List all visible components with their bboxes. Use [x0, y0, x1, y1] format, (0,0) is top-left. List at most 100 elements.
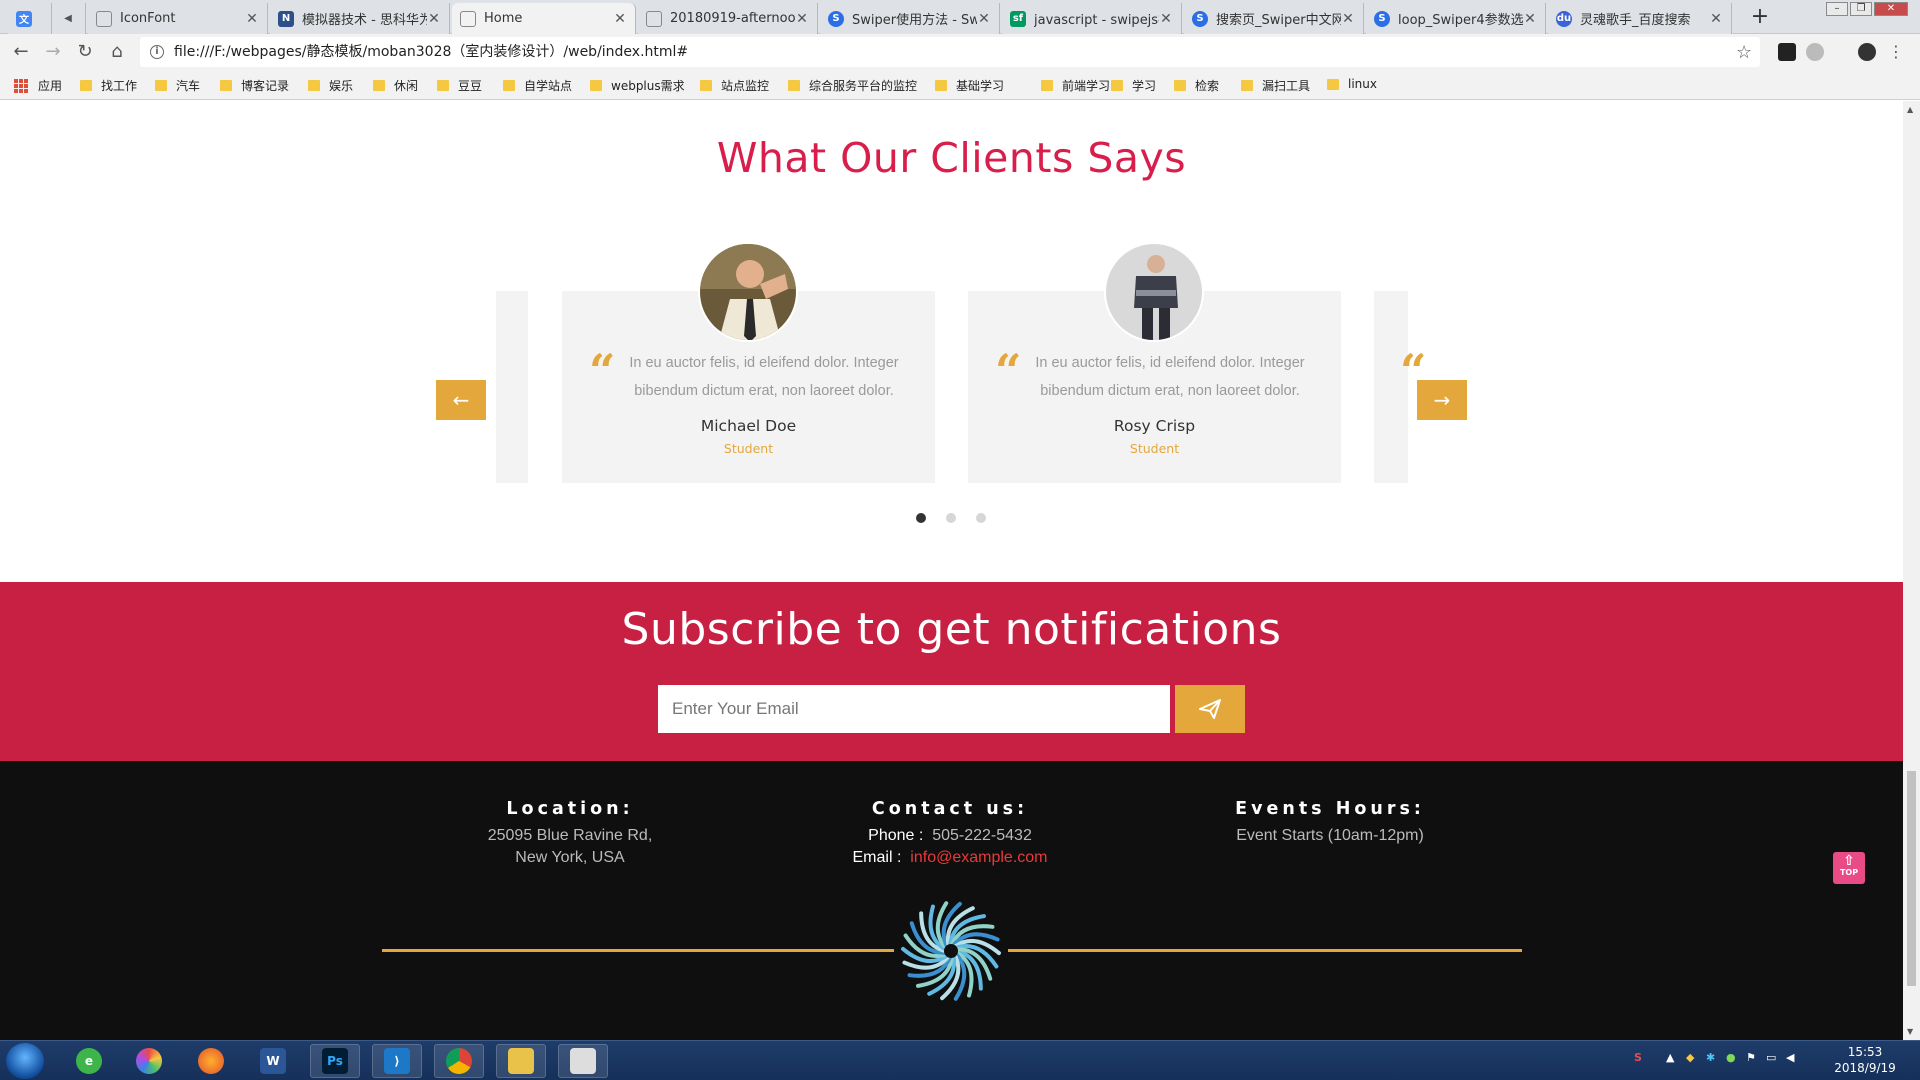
back-to-top-button[interactable]: ⇧ TOP	[1833, 852, 1865, 884]
home-icon[interactable]: ⌂	[105, 40, 129, 64]
folder-icon	[508, 1048, 534, 1074]
taskbar-app-firefox[interactable]	[186, 1044, 236, 1078]
bookmark-folder[interactable]: 学习	[1111, 77, 1156, 94]
close-icon[interactable]: ✕	[1523, 11, 1537, 27]
bookmark-folder[interactable]: 休闲	[373, 77, 418, 94]
extension-pin-icon[interactable]	[1806, 43, 1824, 61]
close-icon[interactable]: ✕	[1159, 11, 1173, 27]
start-button[interactable]	[6, 1043, 44, 1079]
system-clock[interactable]: 15:53 2018/9/19	[1830, 1044, 1900, 1076]
bookmark-star-icon[interactable]: ☆	[1736, 42, 1752, 63]
bookmark-folder[interactable]: 前端学习	[1041, 77, 1110, 94]
tab-swiper-loop[interactable]: S loop_Swiper4参数选项 ✕	[1366, 3, 1546, 34]
sogou-ime-icon[interactable]: S	[1634, 1051, 1642, 1064]
bookmark-folder[interactable]: 自学站点	[503, 77, 572, 94]
bookmark-folder[interactable]: 博客记录	[220, 77, 289, 94]
slider-prev-button[interactable]: ←	[436, 380, 486, 420]
bookmark-folder[interactable]: 综合服务平台的监控	[788, 77, 917, 94]
bookmark-apps[interactable]: 应用	[14, 77, 62, 94]
bluetooth-icon[interactable]: ✱	[1706, 1051, 1715, 1064]
bookmark-folder[interactable]: 基础学习	[935, 77, 1004, 94]
scrollbar[interactable]: ▲ ▼	[1903, 101, 1920, 1040]
subscribe-send-button[interactable]	[1175, 685, 1245, 733]
swirl-logo-icon	[901, 901, 1001, 1001]
swiper-icon: S	[828, 10, 844, 27]
close-icon[interactable]: ✕	[245, 11, 259, 27]
tab-iconfont[interactable]: IconFont ✕	[88, 3, 268, 34]
bookmark-folder[interactable]: 汽车	[155, 77, 200, 94]
folder-icon	[220, 80, 232, 91]
email-link[interactable]: info@example.com	[910, 849, 1047, 866]
tab-swiper-usage[interactable]: S Swiper使用方法 - Swi ✕	[820, 3, 1000, 34]
address-bar[interactable]: i file:///F:/webpages/静态模板/moban3028（室内装…	[140, 37, 1760, 67]
avatar	[1104, 242, 1204, 342]
taskbar-app-picasa[interactable]	[124, 1044, 174, 1078]
tab-label: javascript - swipejs控	[1034, 13, 1159, 28]
back-icon[interactable]: ←	[9, 40, 33, 64]
tab-muted[interactable]: ◀	[52, 3, 86, 34]
tab-home[interactable]: Home ✕	[452, 3, 636, 34]
tab-swiper-search[interactable]: S 搜索页_Swiper中文网 ✕	[1184, 3, 1364, 34]
taskbar-app-chrome[interactable]	[434, 1044, 484, 1078]
shield-icon[interactable]: ◆	[1686, 1051, 1694, 1064]
bookmark-folder[interactable]: 娱乐	[308, 77, 353, 94]
minimize-button[interactable]: –	[1826, 2, 1848, 16]
tray-expand-icon[interactable]: ▲	[1666, 1051, 1674, 1064]
new-tab-button[interactable]: +	[1746, 6, 1774, 30]
client-name: Michael Doe	[700, 417, 797, 435]
bookmark-folder[interactable]: 检索	[1174, 77, 1219, 94]
bookmark-folder[interactable]: 找工作	[80, 77, 137, 94]
testimonials-title: What Our Clients Says	[716, 134, 1187, 182]
slider-dot-1[interactable]	[916, 513, 926, 523]
volume-icon[interactable]: ◀	[1786, 1051, 1794, 1064]
menu-kebab-icon[interactable]: ⋮	[1884, 40, 1908, 64]
restore-button[interactable]: ❐	[1850, 2, 1872, 16]
close-icon[interactable]: ✕	[977, 11, 991, 27]
extension-icon[interactable]	[1778, 43, 1796, 61]
doc-icon	[460, 10, 476, 27]
bookmark-folder[interactable]: webplus需求	[590, 77, 685, 94]
folder-icon	[437, 80, 449, 91]
tab-baidu[interactable]: du 灵魂歌手_百度搜索 ✕	[1548, 3, 1732, 34]
reload-icon[interactable]: ↻	[73, 40, 97, 64]
taskbar-app-word[interactable]: W	[248, 1044, 298, 1078]
scroll-down-icon[interactable]: ▼	[1907, 1027, 1913, 1036]
slider-dot-2[interactable]	[946, 513, 956, 523]
wechat-icon[interactable]: ●	[1726, 1051, 1736, 1064]
bookmark-folder[interactable]: 站点监控	[700, 77, 769, 94]
close-icon[interactable]: ✕	[613, 11, 627, 27]
taskbar-app-explorer[interactable]	[496, 1044, 546, 1078]
close-icon[interactable]: ✕	[1341, 11, 1355, 27]
close-icon[interactable]: ✕	[795, 11, 809, 27]
tab-afternoon[interactable]: 20180919-afternoon ✕	[638, 3, 818, 34]
hours-heading: Events Hours:	[1235, 799, 1425, 819]
close-window-button[interactable]: ✕	[1874, 2, 1908, 16]
info-icon[interactable]: i	[150, 45, 164, 59]
hours-value: Event Starts (10am-12pm)	[1236, 827, 1424, 844]
close-icon[interactable]: ✕	[1709, 11, 1723, 27]
flag-icon[interactable]: ⚑	[1746, 1051, 1756, 1064]
slider-dot-3[interactable]	[976, 513, 986, 523]
scroll-thumb[interactable]	[1907, 771, 1916, 986]
firefox-icon	[198, 1048, 224, 1074]
tab-simulator[interactable]: N 模拟器技术 - 思科华为 ✕	[270, 3, 450, 34]
tab-translate[interactable]: 文	[8, 3, 52, 34]
slider-next-button[interactable]: →	[1417, 380, 1467, 420]
bookmark-folder[interactable]: 漏扫工具	[1241, 77, 1310, 94]
scroll-up-icon[interactable]: ▲	[1907, 105, 1913, 114]
taskbar-app-photoshop[interactable]: Ps	[310, 1044, 360, 1078]
forward-icon[interactable]: →	[41, 40, 65, 64]
folder-icon	[1327, 78, 1339, 90]
bookmark-folder[interactable]: linux	[1327, 77, 1377, 91]
folder-icon	[590, 80, 602, 91]
profile-avatar-icon[interactable]	[1858, 43, 1876, 61]
browser-tab-bar: 文 ◀ IconFont ✕ N 模拟器技术 - 思科华为 ✕ Home ✕ 2…	[0, 0, 1920, 34]
bookmark-folder[interactable]: 豆豆	[437, 77, 482, 94]
close-icon[interactable]: ✕	[427, 11, 441, 27]
email-field[interactable]	[658, 685, 1170, 733]
network-icon[interactable]: ▭	[1766, 1051, 1776, 1064]
tab-javascript[interactable]: sf javascript - swipejs控 ✕	[1002, 3, 1182, 34]
taskbar-app-360[interactable]: e	[64, 1044, 114, 1078]
taskbar-app-vscode[interactable]: ⟩	[372, 1044, 422, 1078]
taskbar-app-viewer[interactable]	[558, 1044, 608, 1078]
